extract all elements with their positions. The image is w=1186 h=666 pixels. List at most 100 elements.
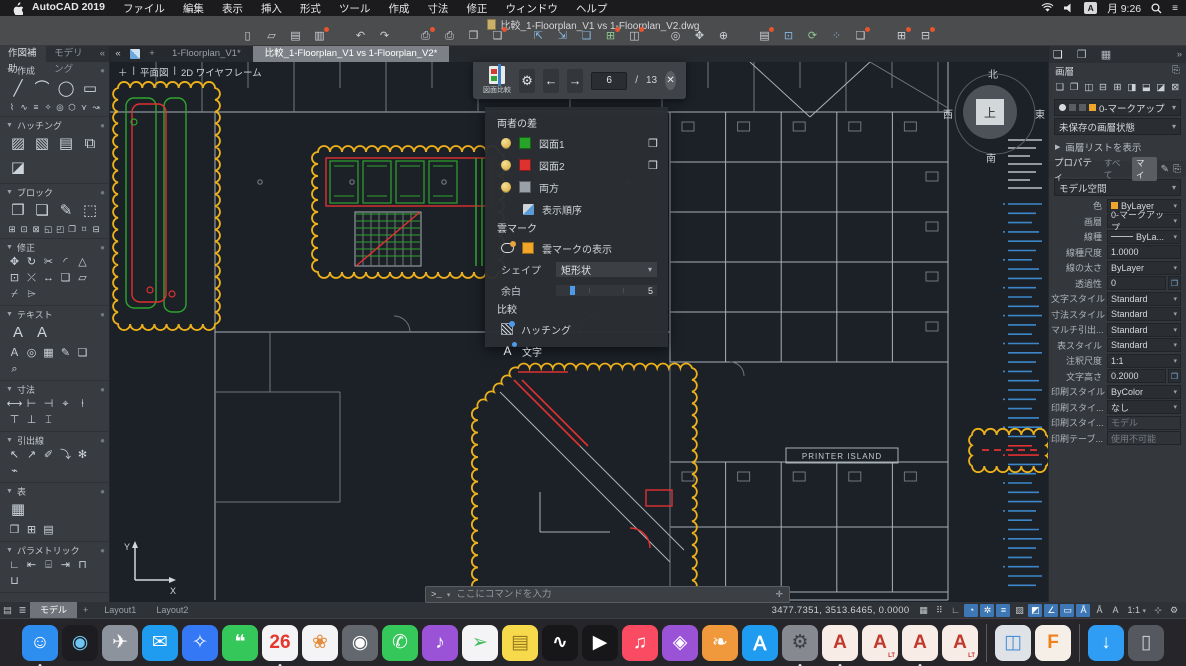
properties-edit-icon[interactable]: ✎ [1161, 164, 1169, 175]
arc-icon[interactable]: ⌒ [30, 77, 54, 101]
layer-lock-icon[interactable] [1079, 104, 1086, 111]
block-tool-2-icon[interactable]: ⊡ [18, 223, 30, 235]
properties-icon[interactable]: ▤ [757, 29, 772, 44]
property-extra-button[interactable]: ❐ [1168, 369, 1181, 383]
properties-popout-icon[interactable]: ⎘ [1173, 164, 1181, 175]
dock-tv[interactable]: ▶ [582, 625, 618, 661]
dock-finder[interactable]: ☺ [22, 625, 58, 661]
visibility-bulb-icon[interactable] [501, 138, 511, 148]
hatch-icon[interactable]: ▨ [6, 132, 30, 156]
layer-off-icon[interactable]: ⊟ [1097, 81, 1108, 94]
gradient-icon[interactable]: ▤ [54, 132, 78, 156]
hatch-edit-icon[interactable]: ◪ [6, 156, 30, 180]
block-tool-7-icon[interactable]: ⌑ [78, 223, 90, 235]
panel-expand-icon[interactable]: » [1177, 49, 1182, 60]
menu-item[interactable]: ヘルプ [567, 1, 617, 16]
fillet-icon[interactable]: ◜ [57, 254, 74, 270]
revision-cloud-icon[interactable]: ↝ [90, 101, 102, 113]
constraint-settings-icon[interactable]: ⇥ [57, 557, 74, 573]
save-as-icon[interactable]: ▥ [312, 29, 327, 44]
mleader-icon[interactable]: ↗ [23, 447, 40, 463]
pan-icon[interactable]: ✥ [692, 29, 707, 44]
dim-style-icon[interactable]: ⌶ [40, 412, 57, 428]
dock-photos[interactable]: ❀ [302, 625, 338, 661]
command-customize-icon[interactable]: ✛ [769, 589, 789, 600]
dock-camera[interactable]: ◉ [342, 625, 378, 661]
dock-siri[interactable]: ◉ [62, 625, 98, 661]
table-icon[interactable]: ▦ [6, 498, 30, 522]
isodraft-icon[interactable]: ▨ [1012, 604, 1026, 617]
share-icon[interactable]: ◫ [627, 29, 642, 44]
layer-color-swatch[interactable] [1089, 104, 1096, 111]
current-layer-select[interactable]: 0-マークアップ ▾ [1054, 99, 1181, 116]
menu-item[interactable]: 表示 [213, 1, 252, 16]
volume-icon[interactable] [1064, 3, 1074, 13]
leader-icon[interactable]: ↖ [6, 447, 23, 463]
attribute-icon[interactable]: ⬚ [78, 199, 102, 223]
dock-autocad-2[interactable]: A [902, 625, 938, 661]
dock-launchpad[interactable]: ✈ [102, 625, 138, 661]
markup-icon[interactable]: ❑ [853, 29, 868, 44]
palette-collapse-icon[interactable]: « [100, 46, 109, 62]
auto-constrain-icon[interactable]: ⊓ [74, 557, 91, 573]
property-value[interactable]: モデル [1107, 416, 1181, 430]
layer-merge-icon[interactable]: ◪ [1155, 81, 1166, 94]
property-value[interactable]: 0 [1107, 276, 1166, 290]
block-tool-8-icon[interactable]: ⊟ [90, 223, 102, 235]
orbit-icon[interactable]: ⊕ [716, 29, 731, 44]
line-icon[interactable]: ╱ [6, 77, 30, 101]
dock-system-preferences[interactable]: ⚙ [782, 625, 818, 661]
grid-icon[interactable]: ▦ [916, 604, 930, 617]
annotation-visibility-icon[interactable]: Å [1076, 604, 1090, 617]
mirror-icon[interactable]: △ [74, 254, 91, 270]
point-icon[interactable]: ✧ [42, 101, 54, 113]
dim-ordinate-icon[interactable]: ⊤ [6, 412, 23, 428]
dock-books[interactable]: ❧ [702, 625, 738, 661]
input-source-badge[interactable]: A [1084, 2, 1097, 14]
section-collapse-icon[interactable]: ▼ [6, 244, 13, 251]
export-icon[interactable]: ⇲ [555, 29, 570, 44]
dim-linear-icon[interactable]: ⟷ [6, 396, 23, 412]
import-icon[interactable]: ⇱ [531, 29, 546, 44]
leader-align-icon[interactable]: ⤵ [57, 447, 74, 463]
property-extra-button[interactable]: ❐ [1168, 276, 1181, 290]
block-edit-icon[interactable]: ✎ [54, 199, 78, 223]
property-value[interactable]: 0.2000 [1107, 369, 1166, 383]
change-number-input[interactable] [591, 72, 627, 90]
layout-tab[interactable]: Layout1 [94, 602, 146, 618]
slider-handle[interactable] [570, 286, 575, 295]
compare-close-button[interactable]: ✕ [665, 71, 676, 90]
match-properties-icon[interactable]: ⊡ [781, 29, 796, 44]
dim-radius-icon[interactable]: ⊥ [23, 412, 40, 428]
dock-fusion-360[interactable]: F [1035, 625, 1071, 661]
section-settings-icon[interactable]: ● [100, 436, 105, 445]
undo-icon[interactable]: ↶ [353, 29, 368, 44]
print-icon[interactable]: ⎙ [418, 29, 433, 44]
mtext-icon[interactable]: A [6, 321, 30, 345]
osnap-icon[interactable]: ✲ [980, 604, 994, 617]
dim-center-icon[interactable]: ⌖ [57, 396, 74, 412]
revision-cloud-icon[interactable] [501, 243, 514, 253]
property-value[interactable]: 1:1 ▾ [1107, 354, 1181, 368]
offset-icon[interactable]: ▱ [74, 270, 91, 286]
selection-type-select[interactable]: モデル空間 ▾ [1054, 179, 1181, 196]
text-scale-icon[interactable]: ⌕ [6, 361, 23, 377]
delete-constraint-icon[interactable]: ⊔ [6, 573, 23, 589]
section-collapse-icon[interactable]: ▼ [6, 437, 13, 444]
menu-item[interactable]: 寸法 [418, 1, 457, 16]
layout-menu-icon[interactable]: ≣ [15, 605, 30, 616]
new-drawing-tab-button[interactable]: + [144, 46, 160, 62]
palette-tab[interactable]: モデリング [46, 46, 100, 62]
lineweight-icon[interactable]: ◩ [1028, 604, 1042, 617]
save-icon[interactable]: ▤ [288, 29, 303, 44]
layer-thaw-icon[interactable]: ⬓ [1141, 81, 1152, 94]
text-edit-icon[interactable]: ✎ [57, 345, 74, 361]
filter-all-button[interactable]: すべて [1104, 157, 1128, 181]
menu-item[interactable]: ファイル [114, 1, 174, 16]
block-tool-6-icon[interactable]: ❐ [66, 223, 78, 235]
color-swatch[interactable] [519, 137, 531, 149]
dim-angular-icon[interactable]: ⊣ [40, 396, 57, 412]
dock-autocad[interactable]: A [822, 625, 858, 661]
break-icon[interactable]: ⌿ [6, 286, 23, 302]
visibility-bulb-icon[interactable] [501, 182, 511, 192]
